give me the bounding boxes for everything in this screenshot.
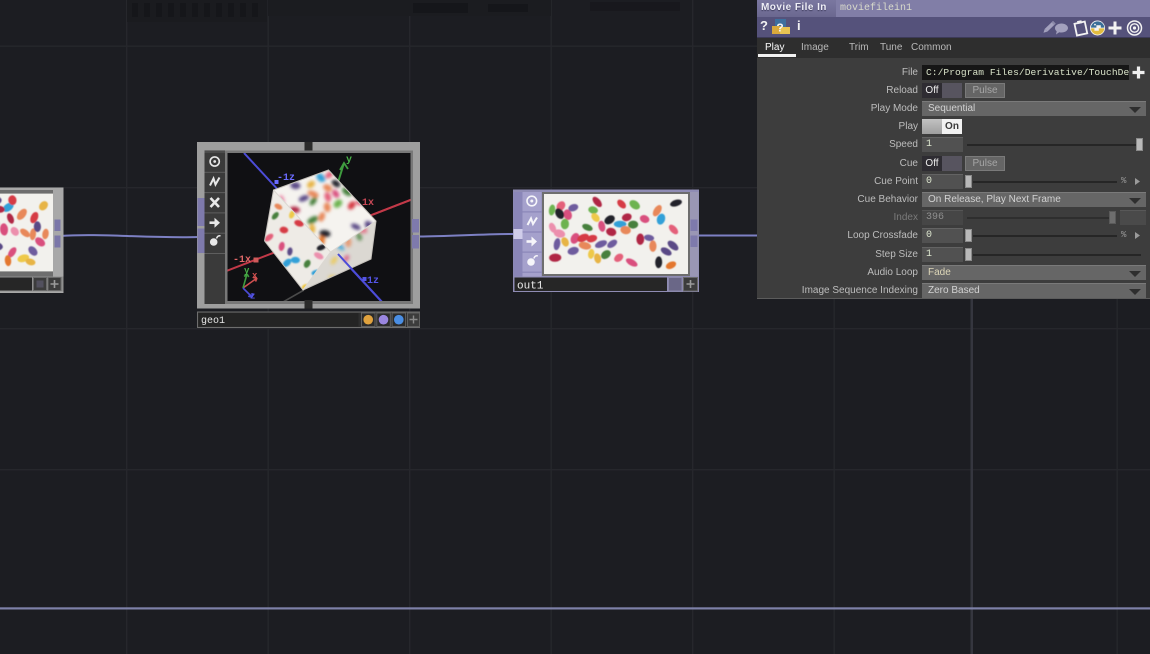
svg-text:1z: 1z <box>367 276 379 287</box>
svg-text:?: ? <box>777 22 784 36</box>
svg-text:-1x: -1x <box>233 255 251 266</box>
svg-text:out1: out1 <box>517 281 544 293</box>
svg-text:y: y <box>346 155 352 166</box>
svg-text:z: z <box>250 292 255 302</box>
svg-text:-1z: -1z <box>277 173 295 184</box>
svg-text:x: x <box>252 271 258 281</box>
svg-text:1x: 1x <box>362 198 374 209</box>
svg-text:geo1: geo1 <box>201 316 225 327</box>
svg-text:y: y <box>244 266 250 276</box>
